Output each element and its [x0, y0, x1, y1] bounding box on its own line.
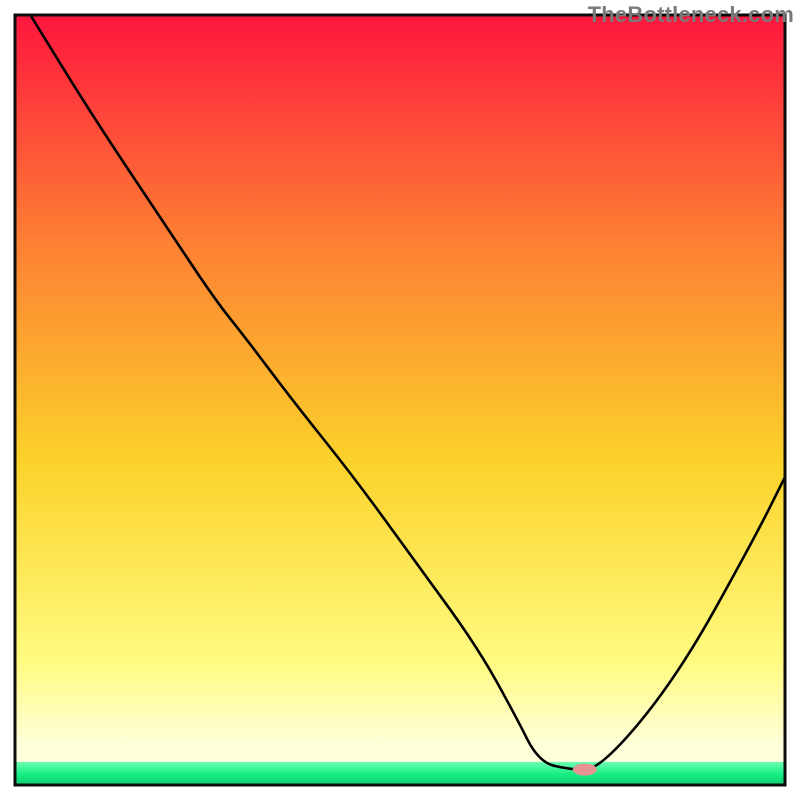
green-band	[15, 762, 785, 785]
plot-area	[15, 15, 785, 785]
chart-svg	[0, 0, 800, 800]
highlight-marker	[573, 764, 597, 776]
gradient-background	[15, 15, 785, 785]
bottleneck-chart: TheBottleneck.com	[0, 0, 800, 800]
